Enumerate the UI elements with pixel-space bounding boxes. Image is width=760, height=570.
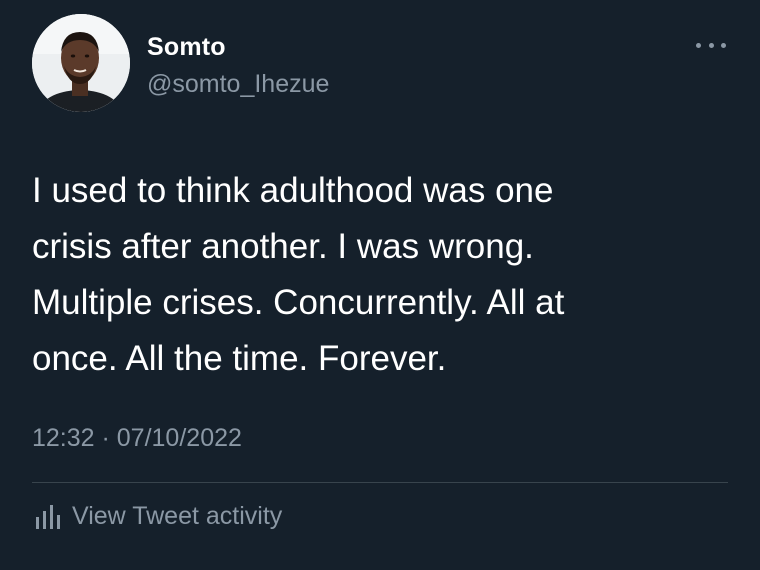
- dot: [696, 42, 701, 48]
- dot: [721, 42, 726, 48]
- activity-label: View Tweet activity: [72, 502, 283, 530]
- bar-chart-icon: [36, 504, 60, 529]
- avatar[interactable]: [32, 14, 130, 112]
- display-name[interactable]: Somto: [147, 33, 226, 62]
- view-tweet-activity-link[interactable]: View Tweet activity: [34, 502, 282, 531]
- divider: [32, 482, 728, 483]
- profile-photo: [32, 14, 130, 112]
- tweet-text: I used to think adulthood was one crisis…: [32, 171, 565, 378]
- dot: [708, 42, 714, 48]
- more-options-icon[interactable]: [696, 38, 726, 52]
- tweet-timestamp[interactable]: 12:32 · 07/10/2022: [32, 424, 242, 453]
- user-handle[interactable]: @somto_Ihezue: [147, 70, 329, 99]
